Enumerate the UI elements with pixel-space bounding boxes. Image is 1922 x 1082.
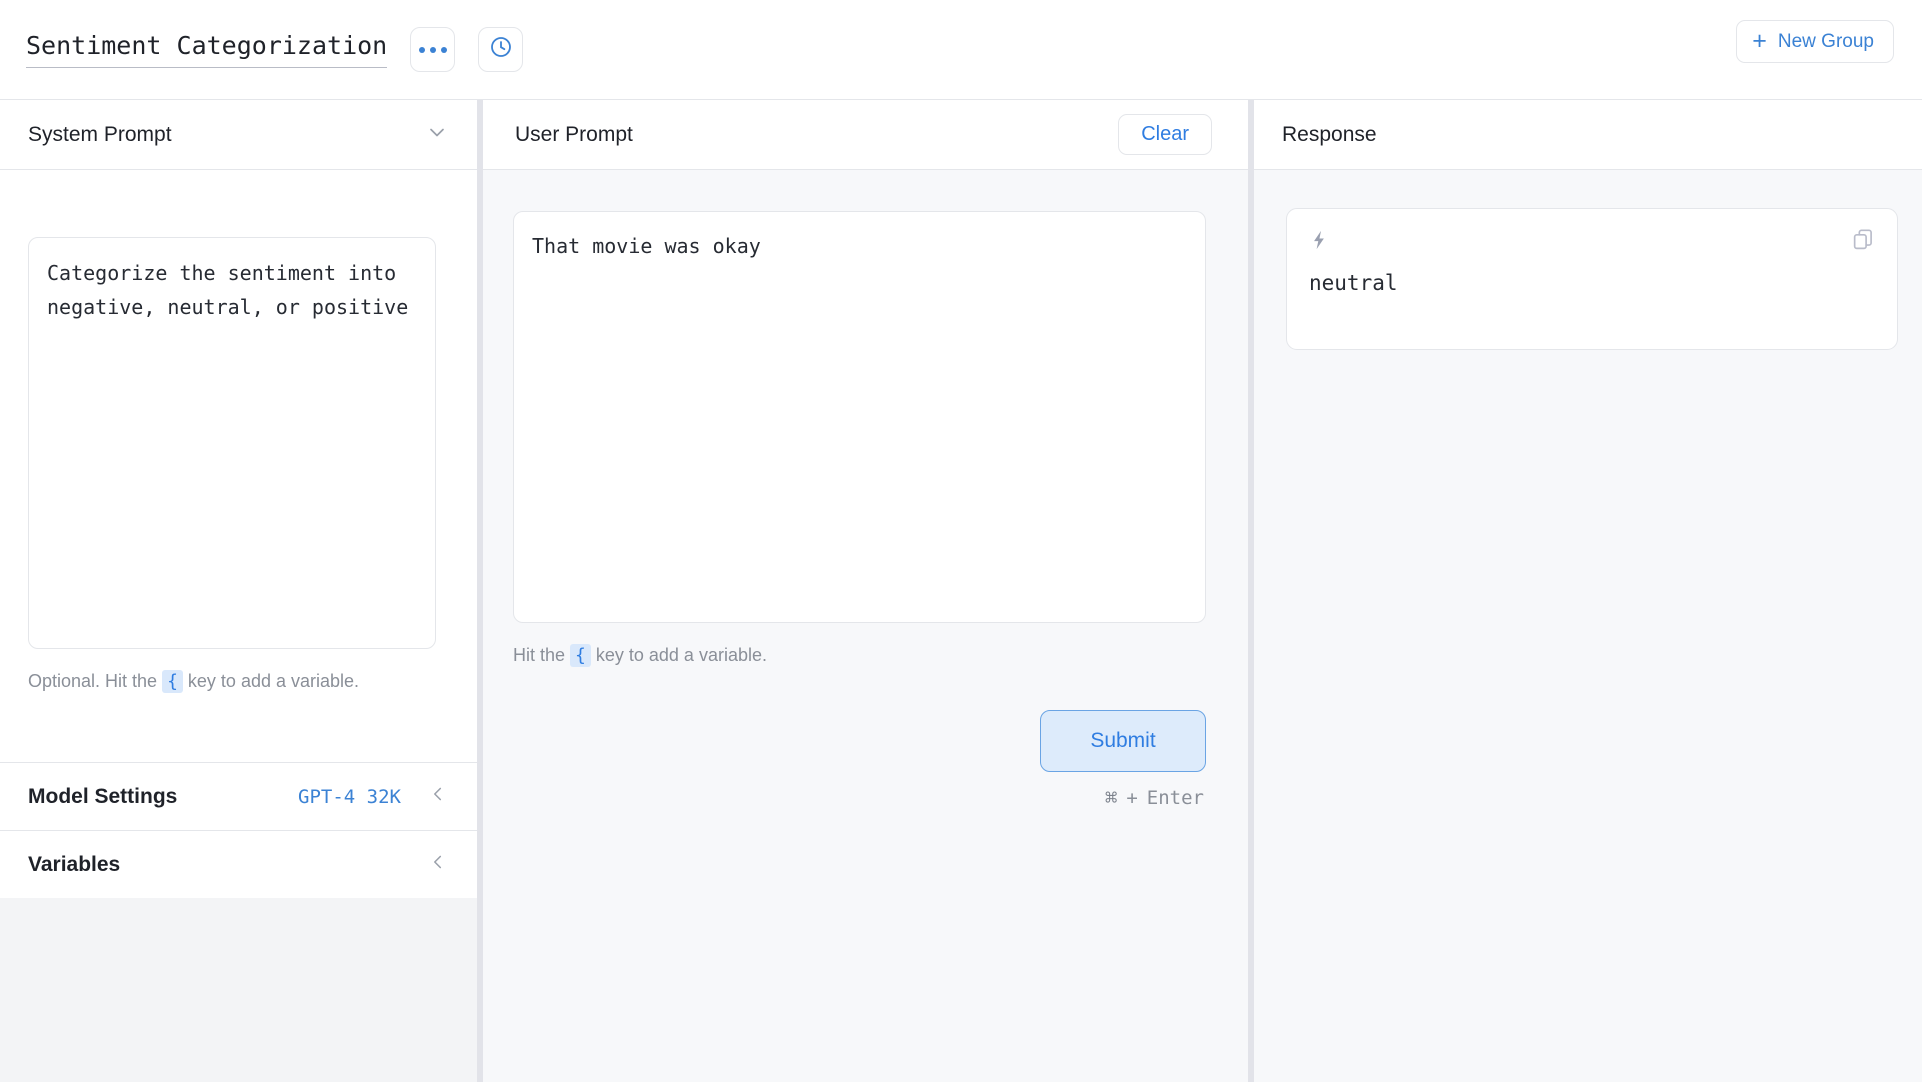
lightning-bolt-icon: [1308, 229, 1330, 256]
user-hint-suffix: key to add a variable.: [595, 645, 767, 665]
model-settings-row[interactable]: Model Settings GPT-4 32K: [0, 762, 477, 830]
clear-button[interactable]: Clear: [1118, 114, 1212, 155]
history-button[interactable]: [478, 27, 524, 72]
page-title[interactable]: Sentiment Categorization: [26, 31, 388, 68]
clock-icon: [489, 35, 513, 64]
response-panel: Response neutral: [1254, 100, 1922, 1082]
response-title: Response: [1282, 122, 1377, 146]
system-hint-suffix: key to add a variable.: [187, 671, 360, 691]
plus-icon: +: [1752, 27, 1767, 55]
response-text: neutral: [1309, 271, 1398, 295]
model-settings-label: Model Settings: [28, 784, 178, 808]
new-group-button[interactable]: + New Group: [1736, 20, 1894, 63]
new-group-label: New Group: [1777, 30, 1874, 52]
submit-button[interactable]: Submit: [1040, 710, 1206, 772]
system-prompt-hint: Optional. Hit the { key to add a variabl…: [28, 670, 359, 693]
user-prompt-header: User Prompt Clear: [483, 100, 1248, 170]
shortcut-key: Enter: [1146, 787, 1204, 809]
user-hint-prefix: Hit the: [513, 645, 566, 665]
system-hint-brace: {: [162, 670, 183, 693]
chevron-down-icon[interactable]: [425, 120, 449, 149]
more-options-button[interactable]: [410, 27, 456, 72]
response-header: Response: [1254, 100, 1922, 170]
chevron-left-icon[interactable]: [427, 851, 449, 878]
variables-row[interactable]: Variables: [0, 830, 477, 898]
playground-app: Sentiment Categorization + New Group Sys…: [0, 0, 1922, 1082]
shortcut-plus: +: [1126, 787, 1138, 809]
response-card: neutral: [1286, 208, 1898, 350]
user-prompt-body: Hit the { key to add a variable. Submit …: [483, 170, 1248, 1082]
user-prompt-panel: User Prompt Clear Hit the { key to add a…: [483, 100, 1248, 1082]
system-prompt-title: System Prompt: [28, 122, 172, 146]
top-bar: Sentiment Categorization + New Group: [0, 0, 1922, 100]
user-prompt-input[interactable]: [513, 211, 1206, 623]
user-prompt-hint: Hit the { key to add a variable.: [513, 644, 767, 667]
ellipsis-icon: [418, 46, 447, 53]
copy-icon[interactable]: [1851, 227, 1876, 257]
response-body: neutral: [1254, 170, 1922, 1082]
submit-shortcut-hint: ⌘ + Enter: [1105, 786, 1204, 810]
model-settings-value: GPT-4 32K: [298, 785, 401, 808]
submit-area: Submit ⌘ + Enter: [513, 710, 1206, 810]
chevron-left-icon[interactable]: [427, 783, 449, 810]
user-hint-brace: {: [570, 644, 591, 667]
system-hint-prefix: Optional. Hit the: [28, 671, 158, 691]
system-prompt-body: Optional. Hit the { key to add a variabl…: [0, 170, 477, 762]
user-prompt-title: User Prompt: [515, 122, 633, 146]
system-prompt-panel: System Prompt Optional. Hit the { key to…: [0, 100, 477, 1082]
system-prompt-header[interactable]: System Prompt: [0, 100, 477, 170]
response-card-toolbar: [1287, 209, 1897, 265]
title-group: Sentiment Categorization: [26, 27, 524, 72]
variables-label: Variables: [28, 852, 121, 876]
command-key-icon: ⌘: [1104, 786, 1118, 810]
system-prompt-input[interactable]: [28, 237, 436, 649]
